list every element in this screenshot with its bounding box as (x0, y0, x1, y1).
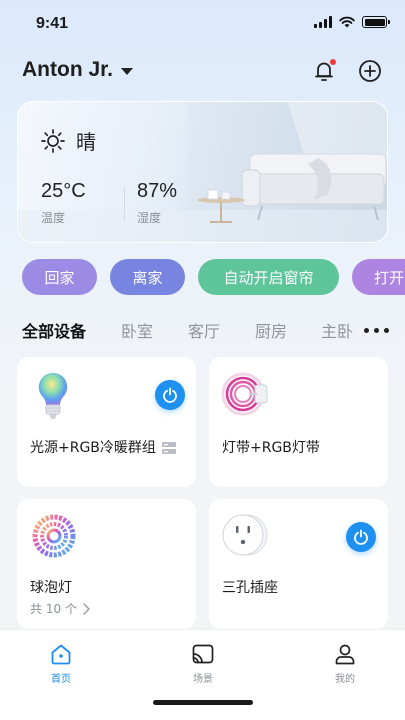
tab-living-room[interactable]: 客厅 (188, 318, 220, 342)
scene-cast-icon (192, 644, 214, 664)
scene-chip-home[interactable]: 回家 (22, 259, 97, 295)
nav-scenes-label: 场景 (193, 674, 213, 685)
power-icon (163, 387, 177, 403)
more-tabs-button[interactable] (356, 328, 389, 333)
scene-chip-open[interactable]: 打开 (352, 259, 405, 295)
nav-scenes[interactable]: 场景 (173, 642, 233, 685)
add-device-button[interactable] (357, 58, 383, 84)
group-badge-icon (162, 442, 177, 454)
status-time: 9:41 (36, 15, 69, 32)
power-icon (354, 529, 368, 545)
cellular-signal-icon (314, 16, 332, 28)
humidity-value: 87% (137, 180, 178, 202)
status-bar: 9:41 (0, 0, 405, 48)
temperature-label: 温度 (41, 211, 66, 225)
device-name: 三孔插座 (222, 580, 278, 596)
plus-circle-icon (359, 60, 381, 82)
profile-icon (335, 644, 355, 665)
weather-condition-label: 晴 (76, 130, 96, 154)
more-dot-icon (384, 328, 389, 333)
weather-condition: 晴 (40, 126, 96, 155)
light-strip-icon (221, 372, 268, 416)
power-toggle-button[interactable] (346, 522, 376, 552)
smart-bulb-icon (38, 372, 68, 419)
device-name: 球泡灯 (30, 580, 72, 596)
device-name-label: 光源+RGB冷暖群组 (30, 440, 156, 456)
scene-chips: 回家 离家 自动开启窗帘 打开 (0, 259, 405, 295)
device-name: 灯带+RGB灯带 (222, 440, 320, 456)
nav-home-label: 首页 (51, 674, 71, 685)
user-name: Anton Jr. (22, 58, 114, 81)
home-icon (51, 644, 71, 665)
device-card-bulb[interactable]: 球泡灯 共 10 个 (17, 499, 196, 629)
weather-card[interactable]: 晴 25°C 温度 87% 湿度 (17, 101, 388, 243)
more-dot-icon (364, 328, 369, 333)
scene-chip-open-curtains[interactable]: 自动开启窗帘 (198, 259, 339, 295)
header: Anton Jr. (22, 56, 383, 88)
tab-kitchen[interactable]: 厨房 (255, 318, 287, 342)
home-indicator (153, 700, 253, 705)
wifi-icon (339, 16, 355, 28)
device-name: 光源+RGB冷暖群组 (30, 437, 177, 457)
notification-badge (330, 59, 336, 65)
device-count-label: 共 10 个 (30, 602, 77, 616)
nav-profile-label: 我的 (335, 674, 355, 685)
tab-all-devices[interactable]: 全部设备 (22, 318, 86, 342)
temperature-value: 25°C (41, 180, 86, 202)
bottom-navigation: 首页 场景 我的 (0, 629, 405, 720)
power-toggle-button[interactable] (155, 380, 185, 410)
scene-chip-away[interactable]: 离家 (110, 259, 185, 295)
notifications-button[interactable] (311, 58, 337, 84)
nav-home[interactable]: 首页 (31, 642, 91, 685)
more-dot-icon (374, 328, 379, 333)
status-icons (314, 16, 390, 28)
device-card-light-group[interactable]: 光源+RGB冷暖群组 (17, 357, 196, 487)
sun-icon (41, 128, 65, 153)
temperature-stat: 25°C 温度 (41, 180, 86, 226)
socket-icon (222, 514, 268, 556)
rgb-ring-light-icon (32, 514, 76, 558)
tab-bedroom[interactable]: 卧室 (121, 318, 153, 342)
device-card-light-strip[interactable]: 灯带+RGB灯带 (209, 357, 388, 487)
home-switcher[interactable]: Anton Jr. (22, 58, 134, 82)
tab-master-bedroom[interactable]: 主卧 (321, 318, 353, 342)
battery-icon (362, 16, 390, 28)
weather-divider (124, 186, 125, 222)
device-card-socket[interactable]: 三孔插座 (209, 499, 388, 629)
room-tabs: 全部设备 卧室 客厅 厨房 主卧 (0, 316, 405, 344)
device-count: 共 10 个 (30, 600, 91, 617)
humidity-stat: 87% 湿度 (137, 180, 177, 226)
nav-profile[interactable]: 我的 (315, 642, 375, 685)
chevron-down-icon (121, 68, 134, 75)
chevron-right-icon (83, 602, 90, 615)
humidity-label: 湿度 (137, 211, 162, 225)
